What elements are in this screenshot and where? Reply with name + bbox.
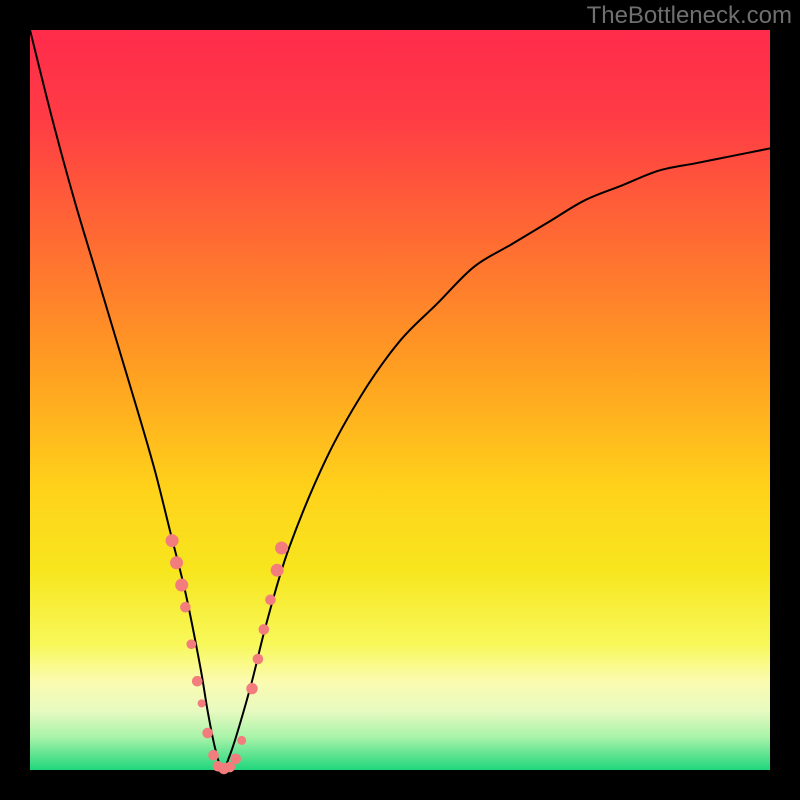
data-point xyxy=(253,654,264,665)
data-point xyxy=(237,736,246,745)
chart-stage: TheBottleneck.com xyxy=(0,0,800,800)
bottleneck-curve xyxy=(30,30,770,770)
plot-area xyxy=(30,30,770,770)
watermark-text: TheBottleneck.com xyxy=(587,2,792,30)
data-point xyxy=(230,754,241,765)
data-point xyxy=(170,556,183,569)
data-point xyxy=(208,750,219,761)
data-point xyxy=(275,541,288,554)
data-point xyxy=(198,699,206,707)
data-point xyxy=(166,534,179,547)
data-point xyxy=(265,595,276,606)
data-point xyxy=(186,639,196,649)
data-point xyxy=(259,624,270,635)
data-point xyxy=(192,676,203,687)
data-point xyxy=(202,728,213,739)
data-point xyxy=(175,578,188,591)
chart-svg xyxy=(30,30,770,770)
data-point xyxy=(246,683,257,694)
data-points-group xyxy=(166,534,289,774)
data-point xyxy=(180,602,191,613)
data-point xyxy=(271,564,284,577)
